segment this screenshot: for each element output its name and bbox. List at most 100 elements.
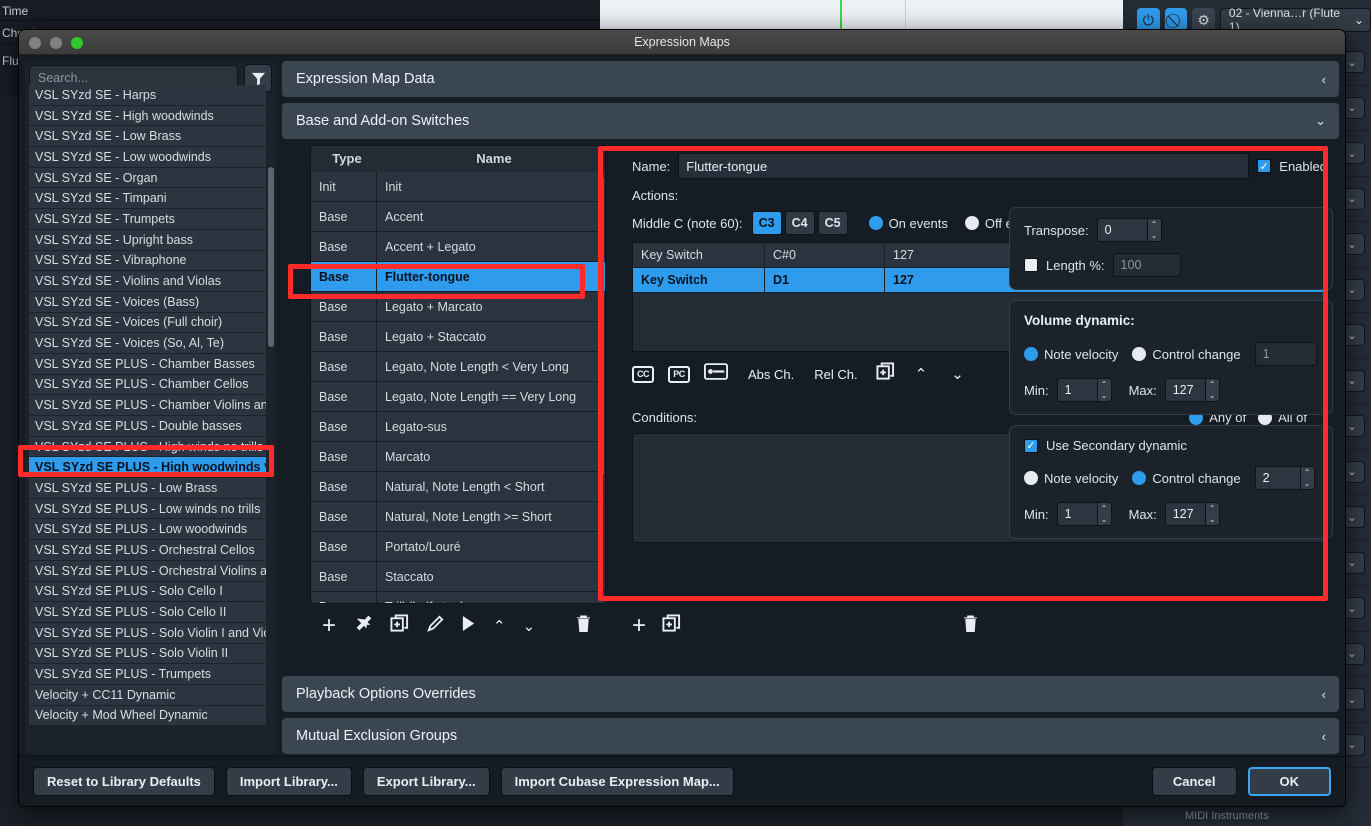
switch-table-row[interactable]: Base Portato/Louré xyxy=(311,532,605,562)
duplicate-switch-icon[interactable] xyxy=(390,614,409,638)
switch-table-row[interactable]: Init Init xyxy=(311,172,605,202)
length-input[interactable]: 100 xyxy=(1112,253,1181,277)
map-list-item[interactable]: VSL SYzd SE - Trumpets xyxy=(29,209,266,230)
volume-min-up-icon[interactable]: ⌃ xyxy=(1098,379,1111,390)
secondary-min-down-icon[interactable]: ⌄ xyxy=(1098,514,1111,525)
secondary-cc-number[interactable]: 2 xyxy=(1254,466,1300,490)
transpose-down-icon[interactable]: ⌄ xyxy=(1148,230,1161,241)
duplicate-condition-icon[interactable] xyxy=(662,614,681,638)
secondary-max-value[interactable]: 127 xyxy=(1164,502,1205,526)
on-events-radio[interactable]: On events xyxy=(868,216,948,231)
map-list-item[interactable]: Velocity + CC11 Dynamic xyxy=(29,684,266,706)
close-icon[interactable] xyxy=(29,36,41,49)
middle-c-option-c4[interactable]: C4 xyxy=(784,211,815,235)
off-events-radio-dot[interactable] xyxy=(964,216,979,230)
name-input[interactable]: Flutter-tongue xyxy=(678,153,1250,179)
map-list-item[interactable]: VSL SYzd SE PLUS - Chamber Basses xyxy=(29,353,266,375)
secondary-cc-up-icon[interactable]: ⌃ xyxy=(1301,467,1314,478)
secondary-min-stepper[interactable]: 1 ⌃ ⌄ xyxy=(1056,502,1112,526)
chevron-down-icon[interactable]: ⌄ xyxy=(1315,113,1326,129)
map-list-item[interactable]: VSL SYzd SE - Harps xyxy=(29,85,266,106)
volume-min-down-icon[interactable]: ⌄ xyxy=(1098,390,1111,401)
map-list-item[interactable]: VSL SYzd SE PLUS - Solo Cello II xyxy=(29,602,266,623)
map-list[interactable]: VSL SYzd SE - Harps VSL SYzd SE - High wo… xyxy=(29,85,266,750)
map-list-item[interactable]: VSL SYzd SE - Voices (Bass) xyxy=(29,291,266,313)
map-list-item[interactable]: VSL SYzd SE PLUS - Low winds no trills xyxy=(29,498,266,520)
map-list-item[interactable]: VSL SYzd SE PLUS - Low woodwinds xyxy=(29,519,266,541)
import-cubase-expression-map-button[interactable]: Import Cubase Expression Map... xyxy=(500,767,734,796)
switch-table-row[interactable]: Base Accent + Legato xyxy=(311,232,605,262)
pc-icon[interactable]: PC xyxy=(668,365,690,383)
map-list-item[interactable]: VSL SYzd SE PLUS - Orchestral Cellos xyxy=(29,540,266,561)
switch-table[interactable]: Type Name Init Init Base Accent Base Accent +… xyxy=(310,145,606,604)
volume-note-velocity-dot[interactable] xyxy=(1024,347,1038,361)
add-addon-icon[interactable] xyxy=(353,614,373,639)
volume-control-change-dot[interactable] xyxy=(1132,347,1147,361)
map-list-item[interactable]: VSL SYzd SE - Voices (Full choir) xyxy=(29,312,266,334)
use-secondary-dynamic-checkbox[interactable]: ✓ xyxy=(1024,438,1038,453)
section-playback-options-overrides[interactable]: Playback Options Overrides ‹ xyxy=(282,676,1339,712)
map-list-item[interactable]: VSL SYzd SE PLUS - Solo Cello I xyxy=(29,581,266,603)
delete-condition-icon[interactable] xyxy=(962,614,979,638)
map-list-item[interactable]: VSL SYzd SE PLUS - Trumpets xyxy=(29,664,266,685)
secondary-max-down-icon[interactable]: ⌄ xyxy=(1206,514,1219,525)
map-list-item[interactable]: Velocity + Mod Wheel Dynamic xyxy=(29,705,266,727)
secondary-min-up-icon[interactable]: ⌃ xyxy=(1098,503,1111,514)
map-list-item[interactable]: VSL SYzd SE - Violins and Violas xyxy=(29,271,266,292)
map-list-item-selected[interactable]: VSL SYzd SE PLUS - High woodwinds * xyxy=(29,457,266,479)
switch-table-row[interactable]: Base Marcato xyxy=(311,442,605,472)
secondary-control-change-radio[interactable]: Control change xyxy=(1132,471,1241,486)
move-up-switch-icon[interactable]: ⌃ xyxy=(493,617,506,635)
middle-c-option-c3[interactable]: C3 xyxy=(751,211,782,235)
volume-max-value[interactable]: 127 xyxy=(1164,378,1205,402)
move-down-action-icon[interactable]: ⌄ xyxy=(951,365,964,383)
delete-switch-icon[interactable] xyxy=(575,614,592,638)
secondary-max-up-icon[interactable]: ⌃ xyxy=(1206,503,1219,514)
play-icon[interactable] xyxy=(461,615,476,637)
secondary-control-change-dot[interactable] xyxy=(1132,471,1147,485)
transpose-up-icon[interactable]: ⌃ xyxy=(1148,219,1161,230)
volume-min-stepper[interactable]: 1 ⌃ ⌄ xyxy=(1056,378,1112,402)
volume-max-down-icon[interactable]: ⌄ xyxy=(1206,390,1219,401)
map-list-item[interactable]: VSL SYzd SE PLUS - Chamber Cellos xyxy=(29,374,266,396)
map-list-item[interactable]: VSL SYzd SE PLUS - High winds no trills xyxy=(29,436,266,458)
minimize-icon[interactable] xyxy=(50,36,62,49)
switch-table-row[interactable]: Base Natural, Note Length < Short xyxy=(311,472,605,502)
dialog-titlebar[interactable]: Expression Maps xyxy=(19,30,1345,55)
volume-max-up-icon[interactable]: ⌃ xyxy=(1206,379,1219,390)
ok-button[interactable]: OK xyxy=(1247,767,1331,796)
switch-table-row[interactable]: Base Legato, Note Length == Very Long xyxy=(311,382,605,412)
export-library-button[interactable]: Export Library... xyxy=(362,767,490,796)
abs-ch-button[interactable]: Abs Ch. xyxy=(748,367,794,382)
map-list-item[interactable]: VSL SYzd SE - High woodwinds xyxy=(29,105,266,127)
middle-c-option-c5[interactable]: C5 xyxy=(817,211,848,235)
map-list-item[interactable]: VSL SYzd SE - Timpani xyxy=(29,188,266,210)
switch-table-row[interactable]: Base Legato-sus xyxy=(311,412,605,442)
volume-cc-number[interactable]: 1 xyxy=(1254,342,1317,366)
section-expression-map-data[interactable]: Expression Map Data ‹ xyxy=(282,61,1339,97)
chevron-left-icon[interactable]: ‹ xyxy=(1322,729,1326,744)
cc-icon[interactable]: CC xyxy=(632,365,654,383)
secondary-note-velocity-dot[interactable] xyxy=(1024,471,1038,485)
secondary-cc-stepper[interactable]: 2 ⌃ ⌄ xyxy=(1254,466,1315,490)
switch-table-row[interactable]: Base Staccato xyxy=(311,562,605,592)
map-list-item[interactable]: VSL SYzd SE PLUS - Solo Violin I and Vio… xyxy=(29,622,266,644)
add-condition-button[interactable]: + xyxy=(632,614,646,638)
duplicate-action-icon[interactable] xyxy=(876,362,895,386)
map-list-item[interactable]: VSL SYzd SE PLUS - Orchestral Violins an… xyxy=(29,560,266,582)
on-events-radio-dot[interactable] xyxy=(868,216,883,230)
cancel-button[interactable]: Cancel xyxy=(1151,767,1237,796)
transpose-stepper[interactable]: 0 ⌃ ⌄ xyxy=(1096,218,1162,242)
maximize-icon[interactable] xyxy=(71,36,83,49)
section-base-addon-switches[interactable]: Base and Add-on Switches ⌄ xyxy=(282,103,1339,139)
secondary-min-value[interactable]: 1 xyxy=(1056,502,1097,526)
secondary-cc-down-icon[interactable]: ⌄ xyxy=(1301,478,1314,489)
map-list-item[interactable]: VSL SYzd SE - Organ xyxy=(29,167,266,189)
chevron-left-icon[interactable]: ‹ xyxy=(1322,687,1326,702)
map-list-scrollbar[interactable] xyxy=(268,167,274,347)
map-list-item[interactable]: VSL SYzd SE - Upright bass xyxy=(29,229,266,251)
switch-table-row[interactable]: Base Legato + Marcato xyxy=(311,292,605,322)
enabled-checkbox[interactable]: ✓ xyxy=(1257,159,1272,173)
volume-min-value[interactable]: 1 xyxy=(1056,378,1097,402)
map-list-item[interactable]: VSL SYzd SE PLUS - Solo Violin II xyxy=(29,643,266,665)
